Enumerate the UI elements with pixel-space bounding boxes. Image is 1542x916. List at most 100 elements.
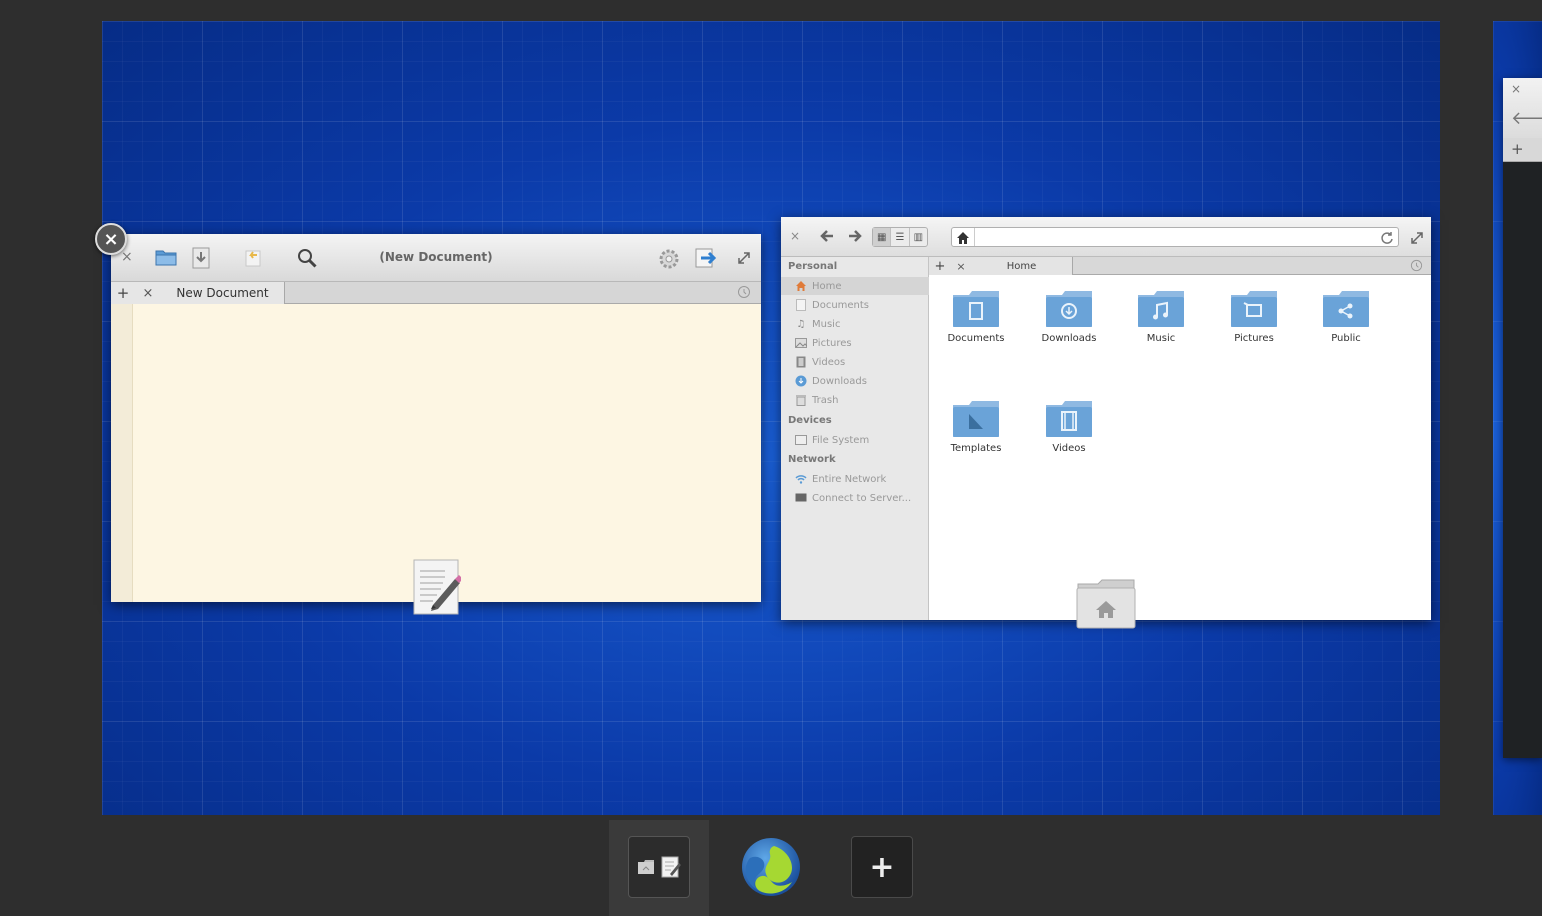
share-icon[interactable] — [695, 248, 717, 268]
text-area[interactable] — [111, 304, 761, 602]
folder-music-icon — [1138, 291, 1184, 327]
files-sidebar: Personal Home Documents ♫ Music Pictures… — [781, 257, 929, 620]
peek-close-icon[interactable]: × — [1511, 82, 1521, 96]
text-editor-app-icon — [413, 559, 463, 615]
files-close-icon[interactable]: × — [790, 229, 800, 243]
folder-pictures[interactable]: Pictures — [1219, 289, 1289, 344]
folder-videos[interactable]: Videos — [1034, 399, 1104, 454]
sidebar-heading-network: Network — [788, 454, 836, 465]
folder-label: Downloads — [1041, 333, 1097, 344]
folder-label: Documents — [947, 333, 1005, 344]
editor-toolbar: × (New Document) — [111, 234, 761, 282]
files-tabbar: + × Home — [929, 257, 1431, 275]
sidebar-item-label: Pictures — [812, 337, 852, 349]
tab-label: New Document — [176, 286, 269, 300]
history-icon[interactable] — [1410, 259, 1423, 275]
wifi-icon — [795, 473, 807, 485]
folder-downloads[interactable]: Downloads — [1034, 289, 1104, 344]
tab-close-icon[interactable]: × — [951, 260, 971, 273]
sidebar-item-downloads[interactable]: Downloads — [781, 372, 929, 390]
drive-icon — [795, 434, 807, 446]
sidebar-item-documents[interactable]: Documents — [781, 296, 929, 314]
folder-label: Videos — [1052, 443, 1086, 454]
sidebar-heading-personal: Personal — [788, 261, 838, 272]
sidebar-item-entire-network[interactable]: Entire Network — [781, 470, 929, 488]
peek-toolbar: × 🡐 — [1503, 78, 1542, 138]
monitor-icon — [795, 492, 807, 504]
tab-label: Home — [1006, 260, 1037, 272]
document-icon — [795, 299, 807, 311]
sidebar-item-label: Downloads — [812, 375, 867, 387]
sidebar-item-label: Connect to Server... — [812, 492, 912, 504]
files-toolbar: × ▦ ☰ ▥ — [781, 217, 1431, 257]
sidebar-item-pictures[interactable]: Pictures — [781, 334, 929, 352]
folder-documents-icon — [953, 291, 999, 327]
peek-window[interactable]: × 🡐 + — [1503, 78, 1542, 758]
column-view-icon[interactable]: ▥ — [910, 228, 927, 246]
list-view-icon[interactable]: ☰ — [891, 228, 910, 246]
sidebar-heading-devices: Devices — [788, 415, 832, 426]
peek-add-tab-icon[interactable]: + — [1511, 140, 1524, 158]
folder-label: Templates — [950, 443, 1002, 454]
download-icon — [795, 375, 807, 387]
folder-documents[interactable]: Documents — [941, 289, 1011, 344]
sidebar-item-label: Entire Network — [812, 473, 887, 485]
pictures-icon — [795, 337, 807, 349]
window-close-button[interactable]: × — [95, 223, 127, 255]
add-tab-icon[interactable]: + — [111, 284, 135, 302]
folder-public[interactable]: Public — [1311, 289, 1381, 344]
sidebar-item-label: Videos — [812, 356, 846, 368]
editor-tabbar: + × New Document — [111, 282, 761, 304]
folder-music[interactable]: Music — [1126, 289, 1196, 344]
maximize-icon[interactable] — [1410, 230, 1424, 249]
files-window[interactable]: × ▦ ☰ ▥ Personal Home Documents ♫ Music … — [781, 217, 1431, 620]
back-arrow-icon[interactable]: 🡐 — [1511, 108, 1542, 129]
sidebar-item-home[interactable]: Home — [781, 277, 929, 295]
sidebar-item-music[interactable]: ♫ Music — [781, 315, 929, 333]
sidebar-item-trash[interactable]: Trash — [781, 391, 929, 409]
home-icon — [795, 280, 807, 292]
add-workspace-button[interactable]: + — [851, 836, 913, 898]
path-separator — [974, 228, 975, 246]
peek-tabbar: + — [1503, 138, 1542, 162]
gear-icon[interactable] — [658, 248, 680, 270]
folder-videos-icon — [1046, 401, 1092, 437]
path-bar[interactable] — [951, 227, 1399, 247]
music-icon: ♫ — [796, 318, 806, 330]
tab-new-document[interactable]: + × New Document — [111, 282, 285, 304]
folder-templates[interactable]: Templates — [941, 399, 1011, 454]
history-icon[interactable] — [737, 285, 751, 302]
browser-app-icon[interactable] — [740, 836, 802, 898]
forward-arrow-icon[interactable] — [847, 228, 863, 248]
grid-view-icon[interactable]: ▦ — [873, 228, 892, 246]
folder-downloads-icon — [1046, 291, 1092, 327]
home-icon[interactable] — [956, 230, 970, 249]
folder-public-icon — [1323, 291, 1369, 327]
trash-icon — [795, 394, 807, 406]
sidebar-item-connect-server[interactable]: Connect to Server... — [781, 489, 929, 507]
folder-label: Music — [1146, 333, 1176, 344]
tab-home[interactable]: + × Home — [929, 257, 1073, 275]
folder-pictures-icon — [1231, 291, 1277, 327]
maximize-icon[interactable] — [737, 251, 751, 265]
sidebar-item-label: Home — [812, 280, 842, 292]
back-arrow-icon[interactable] — [819, 228, 835, 248]
sidebar-item-label: Trash — [812, 394, 839, 406]
workspace-thumbnail[interactable] — [628, 836, 690, 898]
folder-templates-icon — [953, 401, 999, 437]
folder-label: Pictures — [1234, 333, 1274, 344]
line-gutter — [111, 304, 133, 602]
sidebar-item-label: File System — [812, 434, 870, 446]
sidebar-item-label: Documents — [812, 299, 870, 311]
files-icon — [638, 860, 654, 874]
folder-grid: Documents Downloads Music Pictures Publi… — [929, 275, 1431, 620]
video-icon — [795, 356, 807, 368]
sidebar-item-file-system[interactable]: File System — [781, 431, 929, 449]
reload-icon[interactable] — [1380, 230, 1394, 249]
sidebar-item-videos[interactable]: Videos — [781, 353, 929, 371]
add-tab-icon[interactable]: + — [929, 259, 951, 274]
tab-close-icon[interactable]: × — [135, 286, 161, 301]
editor-window[interactable]: × (New Document) + × New Document — [111, 234, 761, 602]
view-switcher: ▦ ☰ ▥ — [872, 227, 928, 247]
text-editor-icon — [661, 856, 681, 878]
